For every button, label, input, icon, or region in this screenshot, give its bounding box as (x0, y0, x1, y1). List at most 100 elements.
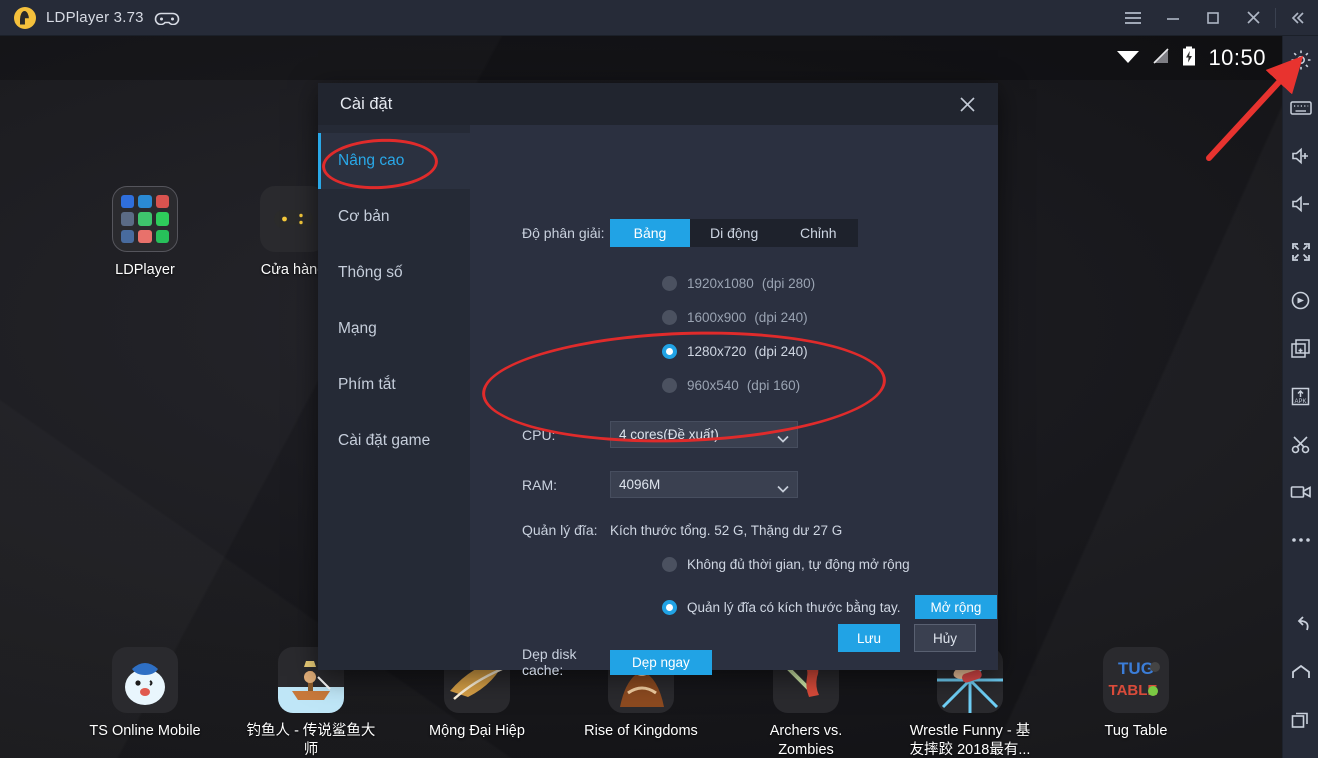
titlebar-divider (1275, 7, 1276, 28)
sidebar-item-co-ban[interactable]: Cơ bản (318, 189, 470, 245)
volume-up-icon[interactable] (1283, 132, 1318, 180)
disk-auto-label: Không đủ thời gian, tự động mở rộng (687, 556, 910, 572)
settings-panel-advanced: Độ phân giải: Bảng Di động Chỉnh 1920x10… (470, 125, 998, 678)
sidebar-item-label: Cơ bản (338, 208, 390, 225)
cpu-select[interactable]: 4 cores(Đề xuất) (610, 421, 798, 448)
settings-sidebar: Nâng cao Cơ bản Thông số Mạng Phím tắt C… (318, 125, 470, 670)
collapse-icon[interactable] (1278, 0, 1318, 36)
radio-button[interactable] (662, 343, 677, 359)
signal-off-icon (1152, 47, 1170, 70)
sidebar-item-nang-cao[interactable]: Nâng cao (318, 133, 470, 189)
app-label: Rise of Kingdoms (584, 723, 698, 739)
app-icon-ts-online-mobile[interactable]: TS Online Mobile (80, 647, 210, 741)
resolution-mode-tabs: Bảng Di động Chỉnh (610, 219, 859, 247)
app-label: TS Online Mobile (89, 723, 201, 739)
ldplayer-folder-icon (112, 186, 178, 252)
app-label: Archers vs. Zombies (769, 723, 843, 758)
resolution-option-1600[interactable]: 1600x900 (dpi 240) (470, 303, 998, 331)
save-button[interactable]: Lưu (838, 624, 900, 652)
disk-manual-label: Quản lý đĩa có kích thước bằng tay. (687, 599, 901, 615)
minimize-icon[interactable] (1153, 0, 1193, 36)
ram-select[interactable]: 4096M (610, 471, 798, 498)
resolution-option-label: 1600x900 (687, 309, 747, 325)
app-icon-tug-table[interactable]: TUG TABLE Tug Table (1071, 647, 1201, 741)
resolution-option-dpi: (dpi 240) (754, 343, 808, 359)
sidebar-item-mang[interactable]: Mạng (318, 301, 470, 357)
chevron-down-icon (777, 431, 789, 443)
disk-auto-option[interactable]: Không đủ thời gian, tự động mở rộng (470, 550, 998, 578)
svg-text:APK: APK (1294, 399, 1306, 405)
cancel-button[interactable]: Hủy (914, 624, 976, 652)
gamepad-icon (154, 10, 180, 25)
ldplayer-logo-icon (14, 6, 36, 29)
sidebar-item-cai-dat-game[interactable]: Cài đặt game (318, 413, 470, 469)
sidebar-item-phim-tat[interactable]: Phím tắt (318, 357, 470, 413)
recent-apps-icon[interactable] (1283, 696, 1318, 744)
menu-icon[interactable] (1113, 0, 1153, 36)
cpu-row: CPU: 4 cores(Đề xuất) (470, 421, 998, 448)
dialog-body: Nâng cao Cơ bản Thông số Mạng Phím tắt C… (318, 125, 998, 678)
fullscreen-icon[interactable] (1283, 228, 1318, 276)
resolution-option-960[interactable]: 960x540 (dpi 160) (470, 371, 998, 399)
volume-down-icon[interactable] (1283, 180, 1318, 228)
resolution-option-label: 960x540 (687, 377, 739, 393)
back-icon[interactable] (1283, 600, 1318, 648)
android-status-bar: 10:50 (0, 36, 1282, 80)
sidebar-item-label: Nâng cao (338, 152, 405, 169)
radio-button[interactable] (662, 275, 677, 291)
disk-manual-option[interactable]: Quản lý đĩa có kích thước bằng tay. Mở r… (470, 593, 998, 621)
sidebar-item-label: Phím tắt (338, 376, 396, 393)
app-label: Tug Table (1104, 723, 1168, 739)
clear-cache-button[interactable]: Dẹp ngay (610, 649, 712, 675)
dialog-actions: Lưu Hủy (838, 624, 976, 652)
disk-label: Quản lý đĩa: (522, 522, 598, 538)
radio-button[interactable] (662, 599, 677, 615)
multi-instance-icon[interactable] (1283, 324, 1318, 372)
app-window: LDPlayer 3.73 10:50 LDPlayer Cửa hàng TS… (0, 0, 1318, 758)
disk-row: Quản lý đĩa: Kích thước tổng. 52 G, Thặn… (470, 522, 998, 538)
radio-button[interactable] (662, 309, 677, 325)
radio-button[interactable] (662, 377, 677, 393)
radio-button[interactable] (662, 556, 677, 572)
sidebar-item-label: Cài đặt game (338, 432, 431, 449)
resolution-option-dpi: (dpi 280) (761, 275, 816, 291)
tab-di-dong[interactable]: Di động (690, 219, 778, 247)
sidebar-item-label: Mạng (338, 320, 377, 337)
app-label: 钓鱼人 - 传说鲨鱼大师 (246, 723, 376, 758)
settings-dialog: Cài đặt Nâng cao Cơ bản Thông số Mạng Ph… (318, 83, 998, 678)
ts-online-mobile-icon (112, 647, 178, 713)
tab-chinh[interactable]: Chỉnh (778, 219, 858, 247)
app-title: LDPlayer 3.73 (46, 9, 144, 26)
cache-label: Dẹp disk cache: (522, 646, 577, 678)
rotate-screen-icon[interactable] (1283, 276, 1318, 324)
app-icon-ldplayer[interactable]: LDPlayer (80, 186, 210, 280)
sidebar-item-thong-so[interactable]: Thông số (318, 245, 470, 301)
sidebar-item-label: Thông số (338, 264, 403, 281)
app-label: LDPlayer (115, 262, 175, 278)
maximize-icon[interactable] (1193, 0, 1233, 36)
record-video-icon[interactable] (1283, 468, 1318, 516)
close-icon[interactable] (946, 83, 988, 125)
app-label: Mộng Đại Hiệp (429, 723, 525, 739)
app-label: Wrestle Funny - 基友摔跤 2018最有... (909, 723, 1031, 758)
battery-charging-icon (1182, 46, 1196, 71)
tab-bang[interactable]: Bảng (610, 219, 690, 247)
more-options-icon[interactable] (1283, 516, 1318, 564)
resolution-option-dpi: (dpi 240) (754, 309, 808, 325)
keyboard-icon[interactable] (1283, 84, 1318, 132)
resolution-option-dpi: (dpi 160) (746, 377, 801, 393)
settings-gear-icon[interactable] (1283, 36, 1318, 84)
screenshot-scissors-icon[interactable] (1283, 420, 1318, 468)
close-icon[interactable] (1233, 0, 1273, 36)
chevron-down-icon (777, 481, 789, 493)
resolution-row: Độ phân giải: Bảng Di động Chỉnh (470, 219, 998, 247)
home-icon[interactable] (1283, 648, 1318, 696)
resolution-option-1920[interactable]: 1920x1080 (dpi 280) (470, 269, 998, 297)
resolution-option-1280[interactable]: 1280x720 (dpi 240) (470, 337, 998, 365)
install-apk-icon[interactable]: APK (1283, 372, 1318, 420)
tug-table-icon: TUG TABLE (1103, 647, 1169, 713)
expand-disk-button[interactable]: Mở rộng (914, 595, 998, 619)
store-icon (260, 186, 326, 252)
dialog-title: Cài đặt (340, 94, 393, 113)
svg-text:TUG: TUG (1118, 659, 1154, 678)
